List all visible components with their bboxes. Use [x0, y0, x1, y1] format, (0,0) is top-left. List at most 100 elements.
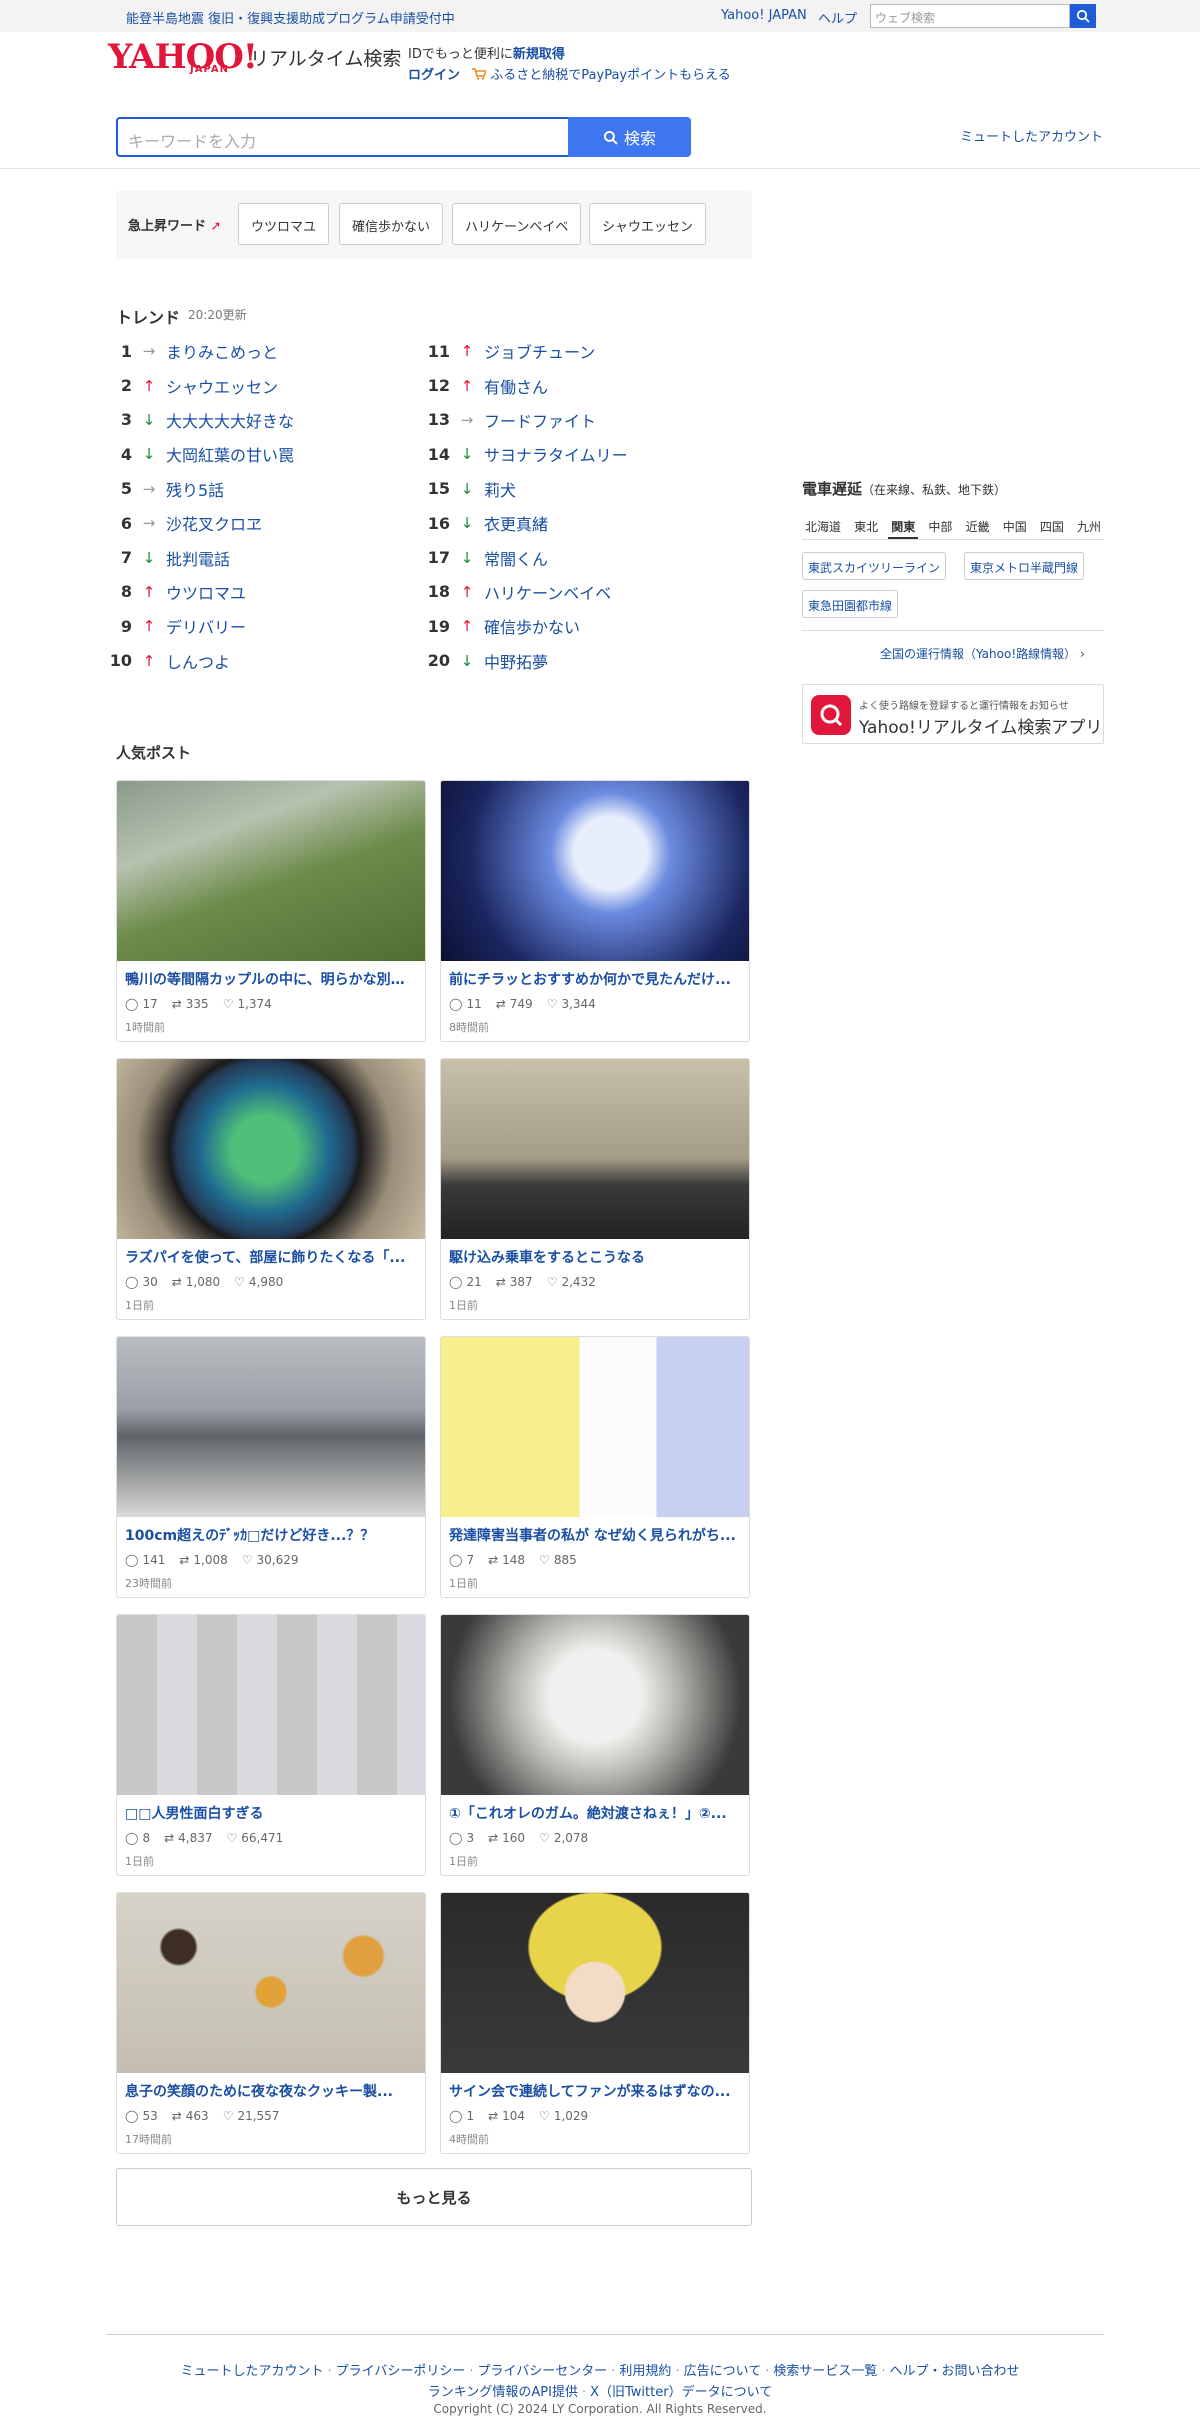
- login-link[interactable]: ログイン: [408, 68, 460, 83]
- trend-item[interactable]: 8 ↑ ウツロマユ: [108, 575, 408, 609]
- search-button[interactable]: 検索: [568, 117, 691, 157]
- region-tab[interactable]: 九州: [1074, 512, 1104, 539]
- post-title[interactable]: 鴨川の等間隔カップルの中に、明らかな別の...: [125, 969, 417, 989]
- region-tab[interactable]: 関東: [888, 512, 919, 539]
- post-image[interactable]: [441, 1337, 749, 1517]
- trend-item[interactable]: 18 ↑ ハリケーンベイベ: [426, 575, 726, 609]
- trend-word-link[interactable]: 莉犬: [484, 477, 516, 501]
- trend-item[interactable]: 13 → フードファイト: [426, 403, 726, 437]
- post-title[interactable]: ①「これオレのガム。絶対渡さねぇ！」②...: [449, 1803, 741, 1823]
- trend-item[interactable]: 11 ↑ ジョブチューン: [426, 334, 726, 368]
- post-card[interactable]: サイン会で連続してファンが来るはずなの... ◯ 1 ⇄ 104 ♡ 1,029 4時間前: [440, 1892, 750, 2154]
- trend-word-link[interactable]: ジョブチューン: [484, 339, 595, 363]
- trend-word-link[interactable]: しんつよ: [166, 649, 230, 673]
- more-button[interactable]: もっと見る: [116, 2168, 752, 2226]
- search-input[interactable]: キーワードを入力: [116, 117, 568, 157]
- post-title[interactable]: 前にチラッとおすすめか何かで見たんだけ...: [449, 969, 741, 989]
- web-search-input[interactable]: ウェブ検索: [870, 4, 1070, 28]
- trend-word-link[interactable]: 残り5話: [166, 477, 224, 501]
- trend-item[interactable]: 3 ↓ 大大大大大好きな: [108, 403, 408, 437]
- trend-word-link[interactable]: まりみこめっと: [166, 339, 278, 363]
- post-card[interactable]: ラズパイを使って、部屋に飾りたくなる「... ◯ 30 ⇄ 1,080 ♡ 4,980 1日前: [116, 1058, 426, 1320]
- region-tab[interactable]: 北海道: [802, 512, 844, 539]
- trend-item[interactable]: 6 → 沙花叉クロヱ: [108, 506, 408, 540]
- post-image[interactable]: [117, 1615, 425, 1795]
- post-image[interactable]: [441, 1893, 749, 2073]
- footer-link[interactable]: プライバシーセンター: [478, 2364, 608, 2379]
- muted-accounts-link[interactable]: ミュートしたアカウント: [960, 126, 1103, 145]
- trend-item[interactable]: 1 → まりみこめっと: [108, 334, 408, 368]
- trend-item[interactable]: 9 ↑ デリバリー: [108, 609, 408, 643]
- trend-word-link[interactable]: 批判電話: [166, 546, 230, 570]
- post-image[interactable]: [117, 1337, 425, 1517]
- post-card[interactable]: 前にチラッとおすすめか何かで見たんだけ... ◯ 11 ⇄ 749 ♡ 3,344 8時間前: [440, 780, 750, 1042]
- trend-item[interactable]: 17 ↓ 常闇くん: [426, 540, 726, 574]
- trend-word-link[interactable]: 中野拓夢: [484, 649, 548, 673]
- region-tab[interactable]: 東北: [851, 512, 881, 539]
- train-all-link[interactable]: 全国の運行情報（Yahoo!路線情報） ›: [880, 645, 1085, 662]
- notice-link[interactable]: 能登半島地震 復旧・復興支援助成プログラム申請受付中: [126, 8, 455, 27]
- trend-item[interactable]: 16 ↓ 衣更真緒: [426, 506, 726, 540]
- trend-item[interactable]: 2 ↑ シャウエッセン: [108, 368, 408, 402]
- help-link[interactable]: ヘルプ: [818, 8, 857, 27]
- trend-item[interactable]: 5 → 残り5話: [108, 472, 408, 506]
- rising-word-chip[interactable]: ハリケーンベイベ: [452, 203, 582, 245]
- post-title[interactable]: サイン会で連続してファンが来るはずなの...: [449, 2081, 741, 2101]
- trend-word-link[interactable]: ハリケーンベイベ: [484, 580, 611, 604]
- signup-link[interactable]: 新規取得: [513, 47, 565, 62]
- rising-word-chip[interactable]: シャウエッセン: [589, 203, 707, 245]
- web-search-button[interactable]: [1070, 4, 1096, 28]
- footer-link[interactable]: プライバシーポリシー: [336, 2364, 466, 2379]
- trend-word-link[interactable]: 確信歩かない: [484, 614, 580, 638]
- footer-link[interactable]: X（旧Twitter）データについて: [590, 2385, 772, 2400]
- trend-word-link[interactable]: 衣更真緒: [484, 511, 548, 535]
- post-image[interactable]: [441, 1615, 749, 1795]
- trend-word-link[interactable]: 常闇くん: [484, 546, 548, 570]
- footer-link[interactable]: 検索サービス一覧: [773, 2364, 877, 2379]
- trend-item[interactable]: 12 ↑ 有働さん: [426, 368, 726, 402]
- app-banner[interactable]: よく使う路線を登録すると運行情報をお知らせ Yahoo!リアルタイム検索アプリ: [802, 684, 1104, 744]
- trend-word-link[interactable]: 有働さん: [484, 374, 548, 398]
- region-tab[interactable]: 中国: [1000, 512, 1030, 539]
- post-title[interactable]: 発達障害当事者の私が なぜ幼く見られがち...: [449, 1525, 741, 1545]
- region-tab[interactable]: 中部: [925, 512, 955, 539]
- yahoo-logo[interactable]: YAHOO!: [108, 40, 258, 74]
- post-card[interactable]: □□人男性面白すぎる ◯ 8 ⇄ 4,837 ♡ 66,471 1日前: [116, 1614, 426, 1876]
- trend-item[interactable]: 20 ↓ 中野拓夢: [426, 644, 726, 678]
- train-line-chip[interactable]: 東急田園都市線: [802, 590, 899, 618]
- trend-word-link[interactable]: 大大大大大好きな: [166, 408, 294, 432]
- trend-item[interactable]: 7 ↓ 批判電話: [108, 540, 408, 574]
- trend-word-link[interactable]: サヨナラタイムリー: [484, 442, 628, 466]
- trend-item[interactable]: 4 ↓ 大岡紅葉の甘い罠: [108, 437, 408, 471]
- post-image[interactable]: [117, 1893, 425, 2073]
- yahoo-japan-link[interactable]: Yahoo! JAPAN: [721, 8, 807, 23]
- region-tab[interactable]: 近畿: [963, 512, 993, 539]
- post-card[interactable]: 息子の笑顔のために夜な夜なクッキー製... ◯ 53 ⇄ 463 ♡ 21,557 17時間前: [116, 1892, 426, 2154]
- trend-item[interactable]: 10 ↑ しんつよ: [108, 644, 408, 678]
- footer-link[interactable]: ミュートしたアカウント: [180, 2364, 323, 2379]
- trend-word-link[interactable]: ウツロマユ: [166, 580, 246, 604]
- rising-word-chip[interactable]: ウツロマユ: [238, 203, 330, 245]
- trend-word-link[interactable]: 大岡紅葉の甘い罠: [166, 442, 294, 466]
- footer-link[interactable]: 利用規約: [619, 2364, 671, 2379]
- post-card[interactable]: 駆け込み乗車をするとこうなる ◯ 21 ⇄ 387 ♡ 2,432 1日前: [440, 1058, 750, 1320]
- trend-word-link[interactable]: シャウエッセン: [166, 374, 278, 398]
- post-card[interactable]: 鴨川の等間隔カップルの中に、明らかな別の... ◯ 17 ⇄ 335 ♡ 1,374 1時間前: [116, 780, 426, 1042]
- post-image[interactable]: [117, 1059, 425, 1239]
- post-image[interactable]: [117, 781, 425, 961]
- trend-word-link[interactable]: 沙花叉クロヱ: [166, 511, 262, 535]
- post-title[interactable]: □□人男性面白すぎる: [125, 1803, 417, 1823]
- region-tab[interactable]: 四国: [1037, 512, 1067, 539]
- trend-word-link[interactable]: フードファイト: [484, 408, 596, 432]
- post-image[interactable]: [441, 1059, 749, 1239]
- rising-word-chip[interactable]: 確信歩かない: [339, 203, 444, 245]
- service-name[interactable]: リアルタイム検索: [250, 44, 401, 71]
- post-title[interactable]: 駆け込み乗車をするとこうなる: [449, 1247, 741, 1267]
- footer-link[interactable]: 広告について: [684, 2364, 762, 2379]
- trend-item[interactable]: 14 ↓ サヨナラタイムリー: [426, 437, 726, 471]
- footer-link[interactable]: ヘルプ・お問い合わせ: [890, 2364, 1020, 2379]
- train-line-chip[interactable]: 東武スカイツリーライン: [802, 552, 947, 580]
- post-title[interactable]: 息子の笑顔のために夜な夜なクッキー製...: [125, 2081, 417, 2101]
- furusato-link[interactable]: ふるさと納税でPayPayポイントもらえる: [490, 68, 730, 83]
- post-card[interactable]: 発達障害当事者の私が なぜ幼く見られがち... ◯ 7 ⇄ 148 ♡ 885 1日前: [440, 1336, 750, 1598]
